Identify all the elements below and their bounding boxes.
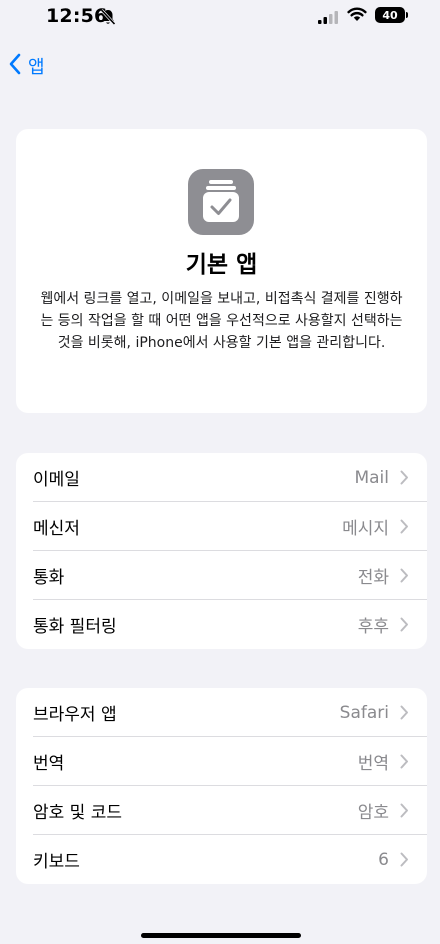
row-value: 암호 (357, 803, 389, 823)
default-apps-section-2: 브라우저 앱 Safari 번역 번역 암호 및 코드 암호 키보드 6 (16, 688, 427, 884)
chevron-right-icon (400, 617, 409, 636)
row-label: 통화 (33, 568, 65, 588)
row-label: 메신저 (33, 519, 80, 539)
header-card: 기본 앱 웹에서 링크를 열고, 이메일을 보내고, 비접촉식 결제를 진행하는… (16, 129, 427, 413)
chevron-left-icon (8, 53, 22, 79)
row-value: 메시지 (342, 519, 389, 539)
row-keyboard[interactable]: 키보드 6 (16, 835, 427, 884)
home-indicator[interactable] (141, 933, 301, 938)
row-call-filtering[interactable]: 통화 필터링 후후 (16, 600, 427, 649)
battery-icon: 40 (375, 7, 405, 23)
chevron-right-icon (400, 852, 409, 871)
row-value: 전화 (357, 568, 389, 588)
row-calls[interactable]: 통화 전화 (16, 551, 427, 600)
row-translation[interactable]: 번역 번역 (16, 737, 427, 786)
row-value: 후후 (357, 617, 389, 637)
default-apps-icon (188, 169, 254, 235)
back-label: 앱 (28, 57, 45, 78)
row-messenger[interactable]: 메신저 메시지 (16, 502, 427, 551)
bell-slash-icon (99, 8, 117, 30)
row-browser[interactable]: 브라우저 앱 Safari (16, 688, 427, 737)
status-bar: 12:56 40 (0, 0, 440, 34)
row-label: 번역 (33, 754, 65, 774)
row-value: Mail (354, 467, 389, 488)
row-value: 6 (378, 849, 389, 870)
wifi-icon (347, 7, 367, 26)
page-title: 기본 앱 (185, 252, 258, 278)
row-label: 브라우저 앱 (33, 705, 117, 725)
row-value: 번역 (357, 754, 389, 774)
back-button[interactable]: 앱 (8, 51, 45, 81)
row-label: 이메일 (33, 470, 80, 490)
chevron-right-icon (400, 568, 409, 587)
row-value: Safari (339, 702, 389, 723)
chevron-right-icon (400, 519, 409, 538)
row-email[interactable]: 이메일 Mail (16, 453, 427, 502)
chevron-right-icon (400, 470, 409, 489)
chevron-right-icon (400, 803, 409, 822)
default-apps-section-1: 이메일 Mail 메신저 메시지 통화 전화 통화 필터링 후후 (16, 453, 427, 649)
row-label: 암호 및 코드 (33, 803, 123, 823)
battery-cap (406, 12, 408, 18)
chevron-right-icon (400, 705, 409, 724)
row-passwords-codes[interactable]: 암호 및 코드 암호 (16, 786, 427, 835)
cellular-signal-icon (318, 9, 340, 28)
chevron-right-icon (400, 754, 409, 773)
page-description: 웹에서 링크를 열고, 이메일을 보내고, 비접촉식 결제를 진행하는 등의 작… (40, 291, 403, 351)
row-label: 키보드 (33, 852, 80, 872)
row-label: 통화 필터링 (33, 617, 117, 637)
